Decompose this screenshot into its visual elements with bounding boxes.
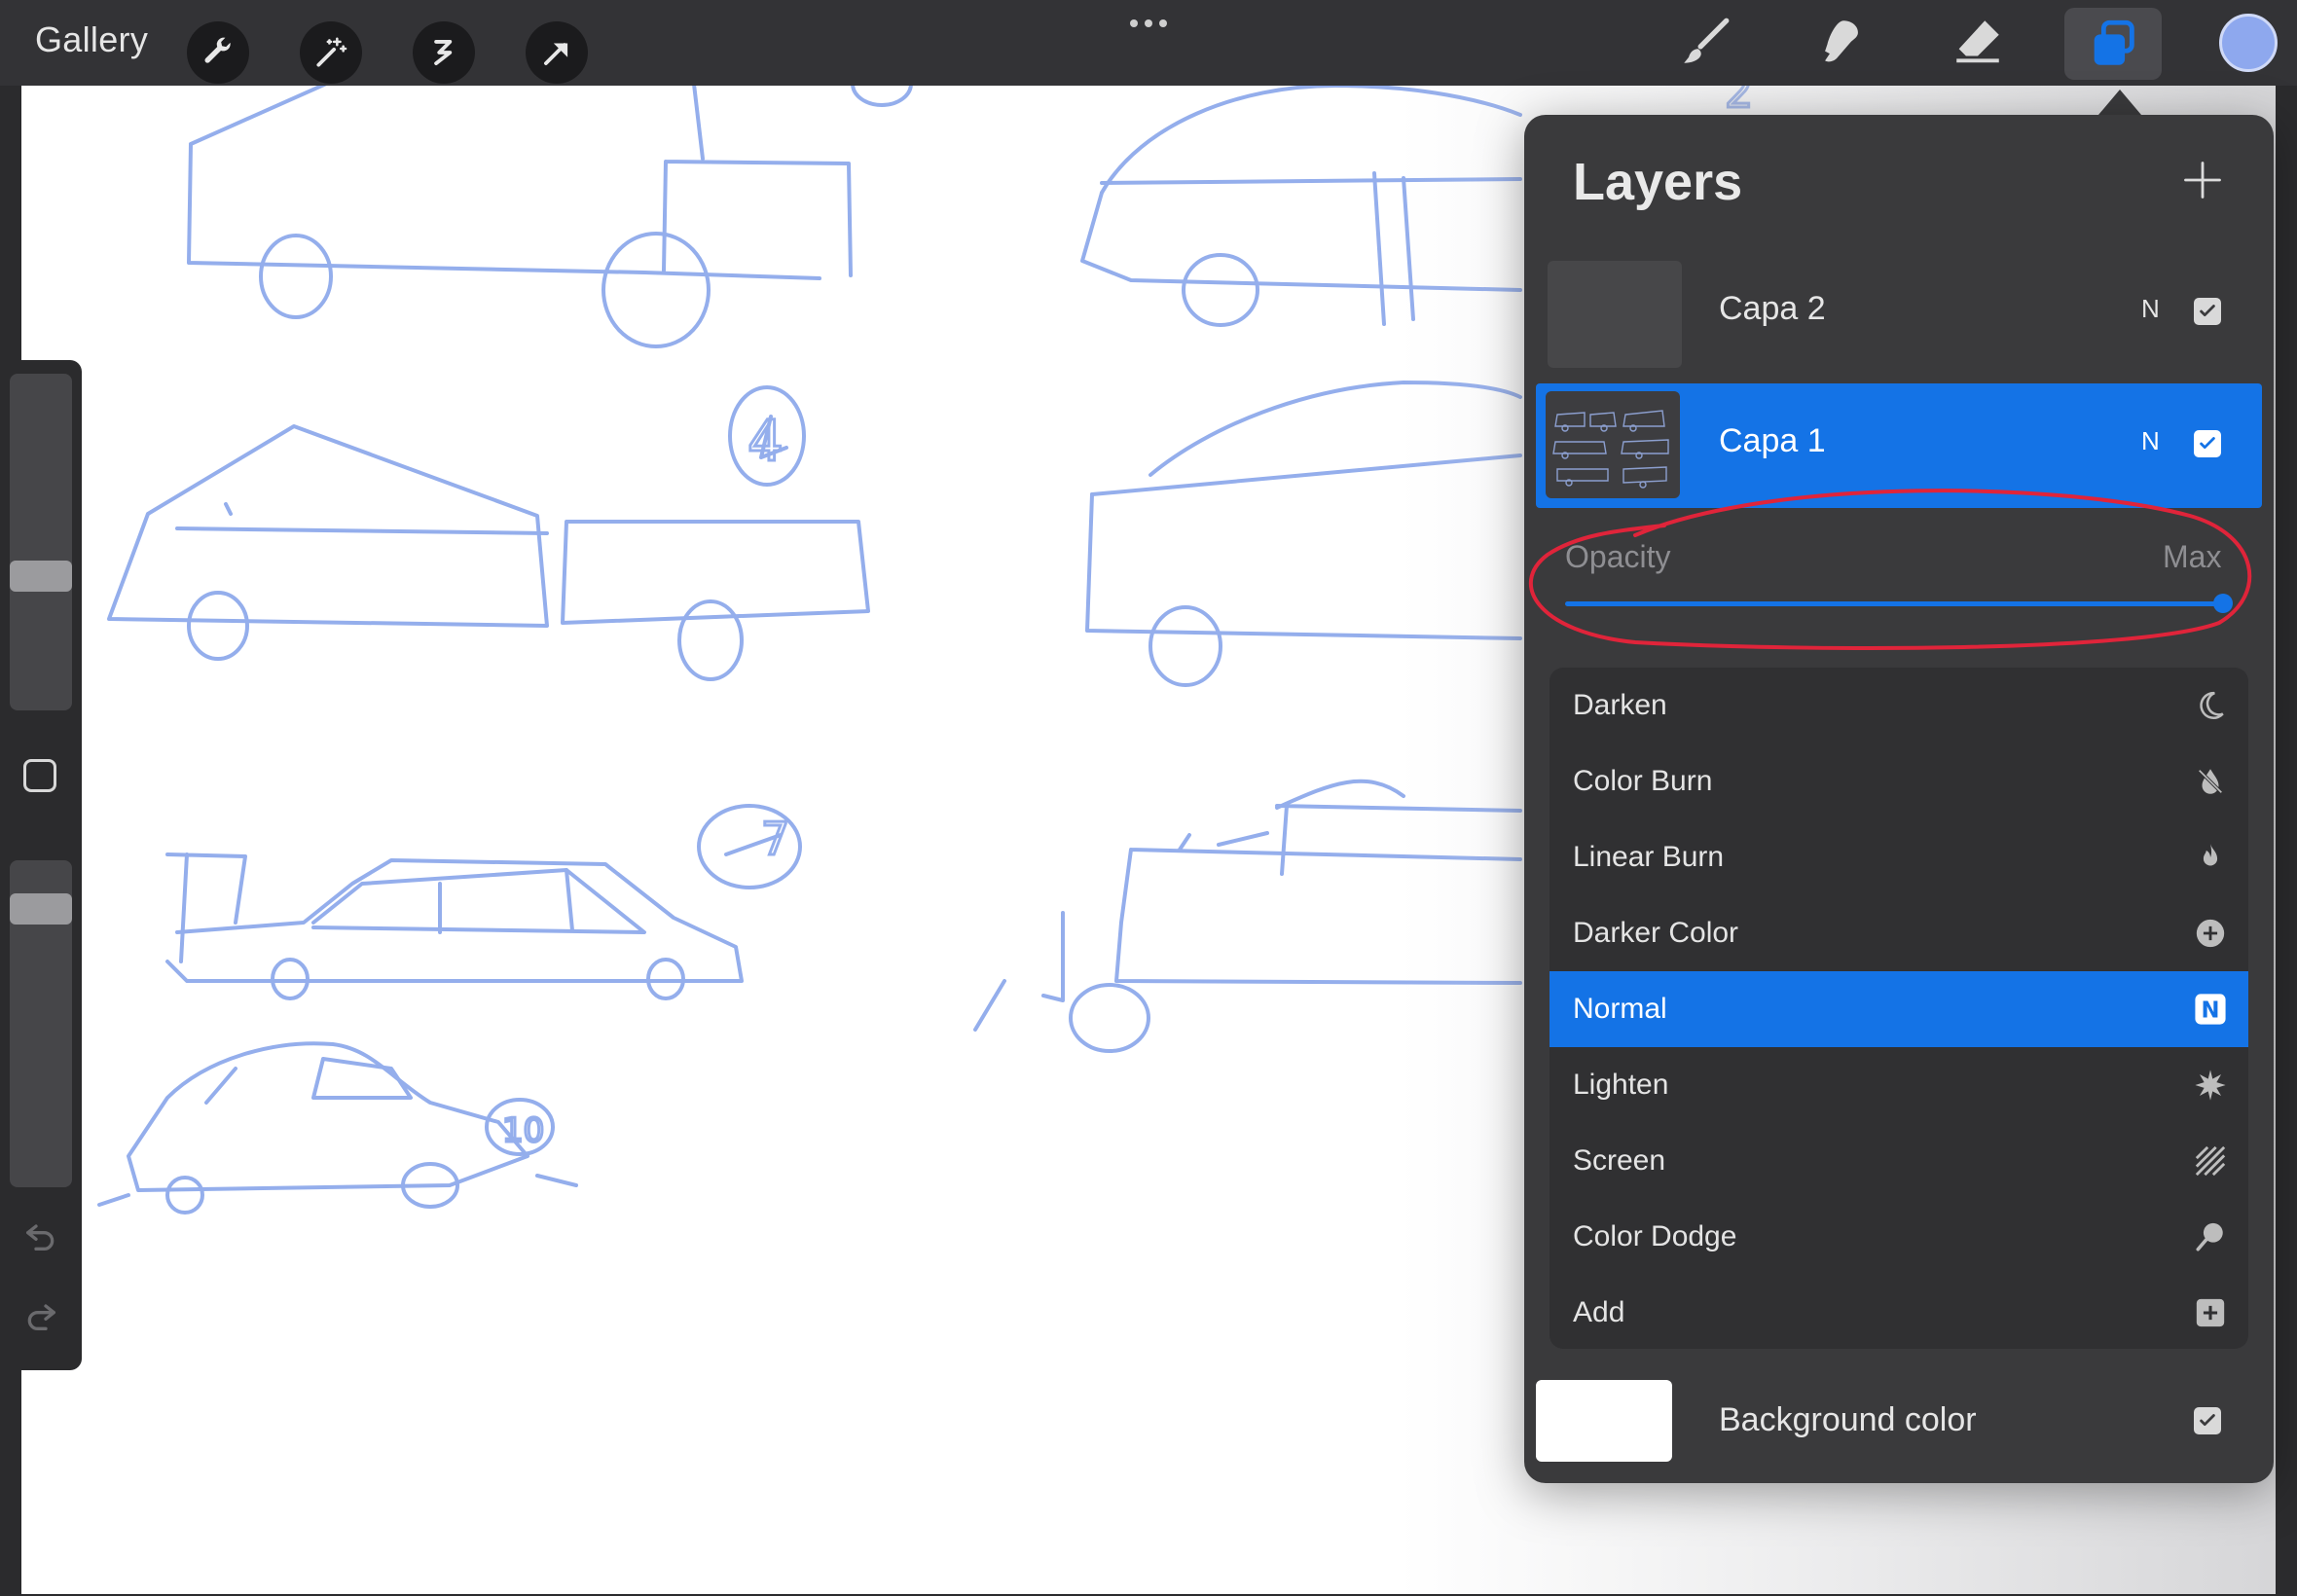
layer-name: Capa 1	[1719, 422, 1826, 459]
checkmark-icon	[2200, 1414, 2215, 1427]
checkmark-icon	[2200, 437, 2215, 450]
actions-button[interactable]	[187, 21, 249, 84]
magic-wand-icon	[316, 37, 347, 67]
layer-thumbnail-sketch	[1552, 410, 1669, 489]
burn-drop-icon	[2198, 769, 2223, 794]
blend-mode-normal[interactable]: Normal N	[1550, 971, 2248, 1047]
layer-name: Capa 2	[1719, 290, 1826, 327]
blend-mode-color-burn[interactable]: Color Burn	[1550, 744, 2248, 819]
brush-opacity-knob[interactable]	[10, 893, 72, 925]
blend-mode-list: Darken Color Burn Linear Burn Darker Col…	[1550, 668, 2248, 1349]
layers-button[interactable]	[2064, 8, 2162, 80]
moon-icon	[2200, 691, 2224, 719]
background-color-label: Background color	[1719, 1401, 1977, 1438]
panel-title: Layers	[1573, 153, 1743, 211]
brush-button[interactable]	[1668, 10, 1742, 74]
blend-mode-lighten[interactable]: Lighten	[1550, 1047, 2248, 1123]
blend-mode-label: Normal	[1573, 993, 1667, 1025]
blend-mode-label: Darken	[1573, 689, 1667, 721]
gallery-button[interactable]: Gallery	[35, 19, 148, 60]
blend-mode-screen[interactable]: Screen	[1550, 1123, 2248, 1199]
selection-button[interactable]	[413, 21, 475, 84]
sketch-number-7: 7	[761, 813, 789, 865]
eraser-icon	[1956, 20, 1999, 63]
plus-square-icon	[2196, 1298, 2225, 1327]
layer-thumbnail	[1548, 261, 1682, 368]
layer-row-capa-2[interactable]: Capa 2 N	[1536, 251, 2262, 376]
layer-blend-mode[interactable]: N	[2141, 426, 2160, 456]
undo-icon[interactable]	[21, 1216, 60, 1255]
n-badge-icon: N	[2195, 994, 2226, 1025]
brush-opacity-slider[interactable]	[10, 860, 72, 1187]
left-sidebar	[0, 360, 82, 1370]
more-options-icon[interactable]	[1124, 8, 1173, 37]
blend-mode-label: Color Dodge	[1573, 1220, 1737, 1252]
panel-pointer	[2098, 90, 2141, 115]
eraser-button[interactable]	[1941, 10, 2015, 74]
add-layer-icon[interactable]	[2182, 160, 2223, 200]
blend-mode-label: Lighten	[1573, 1069, 1669, 1101]
layer-visibility-checkbox[interactable]	[2194, 430, 2221, 457]
sketch-number-4: 4	[747, 408, 784, 474]
background-color-row[interactable]: Background color	[1536, 1376, 2262, 1469]
background-color-swatch[interactable]	[1536, 1380, 1672, 1462]
brush-size-slider[interactable]	[10, 374, 72, 710]
blend-mode-color-dodge[interactable]: Color Dodge	[1550, 1199, 2248, 1275]
blend-mode-label: Color Burn	[1573, 765, 1713, 797]
red-annotation-circle	[1528, 489, 2252, 650]
layer-visibility-checkbox[interactable]	[2194, 298, 2221, 325]
brush-size-knob[interactable]	[10, 561, 72, 592]
blend-mode-label: Screen	[1573, 1144, 1666, 1177]
dodge-icon	[2196, 1222, 2223, 1251]
blend-mode-linear-burn[interactable]: Linear Burn	[1550, 819, 2248, 895]
stripes-icon	[2195, 1145, 2226, 1177]
selection-icon	[434, 40, 453, 65]
layer-blend-mode[interactable]: N	[2141, 294, 2160, 324]
redo-icon[interactable]	[21, 1296, 60, 1335]
transform-arrow-icon	[544, 43, 568, 65]
checkmark-icon	[2200, 305, 2215, 317]
smudge-button[interactable]	[1805, 10, 1878, 74]
blend-mode-label: Add	[1573, 1296, 1625, 1328]
color-picker-swatch[interactable]	[2219, 14, 2278, 72]
modify-button[interactable]	[23, 759, 56, 792]
blend-mode-label: Linear Burn	[1573, 841, 1725, 873]
brush-icon	[1684, 18, 1730, 63]
blend-mode-darken[interactable]: Darken	[1550, 668, 2248, 744]
layer-thumbnail	[1546, 391, 1680, 498]
transform-button[interactable]	[526, 21, 588, 84]
background-visibility-checkbox[interactable]	[2194, 1407, 2221, 1434]
blend-mode-darker-color[interactable]: Darker Color	[1550, 895, 2248, 971]
smudge-icon	[1825, 20, 1858, 62]
blend-mode-label: Darker Color	[1573, 917, 1739, 949]
blend-mode-add[interactable]: Add	[1550, 1275, 2248, 1349]
top-toolbar: Gallery	[0, 0, 2297, 86]
sketch-number-10: 10	[502, 1111, 544, 1150]
layers-panel: Layers Capa 2 N Capa 1 N Opacity Max Dar…	[1524, 115, 2274, 1483]
sun-burst-icon	[2195, 1070, 2226, 1101]
wrench-icon	[204, 37, 231, 63]
adjustments-button[interactable]	[300, 21, 362, 84]
svg-text:N: N	[2202, 998, 2220, 1024]
flame-icon	[2203, 843, 2218, 866]
layers-icon	[2094, 19, 2134, 65]
plus-circle-icon	[2196, 919, 2225, 948]
